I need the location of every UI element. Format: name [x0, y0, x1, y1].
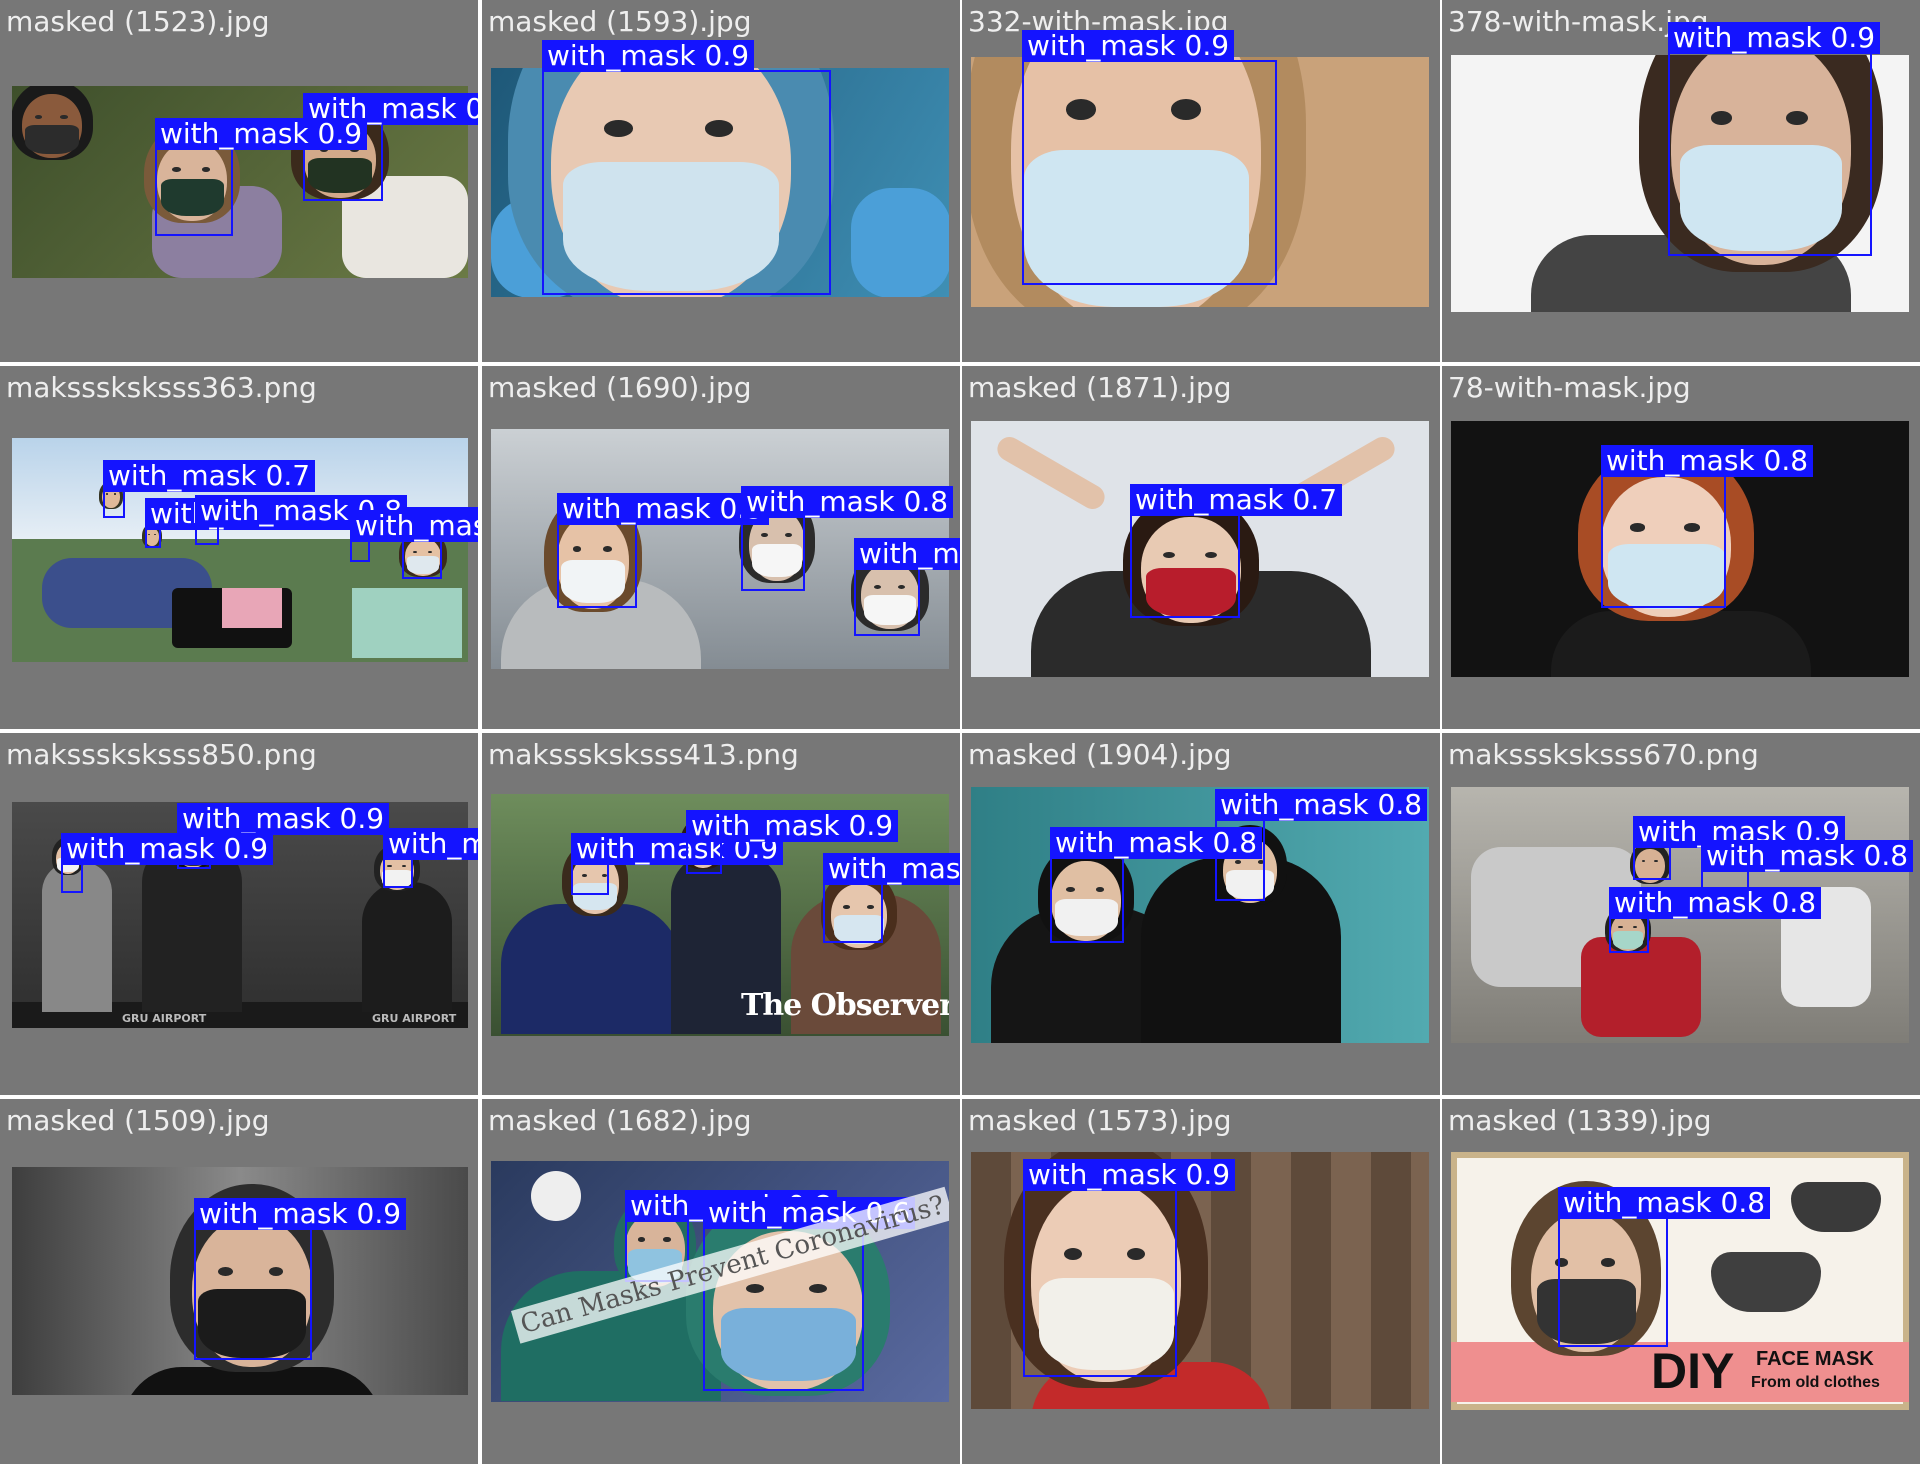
detection-box: with_mask 0.9: [571, 833, 784, 895]
detection-box: with_mask 0.9: [686, 810, 899, 874]
detection-box: with_mask 0.8: [402, 507, 478, 579]
result-tile: masked (1904).jpg with_mask 0.8 with_mask …: [962, 733, 1440, 1095]
detection-box: with_mask 0.9: [1633, 816, 1846, 880]
detection-label: with_mask 0.9: [542, 40, 755, 72]
result-tile: maksssksksss363.pngwith_mask 0.9with_mas…: [0, 366, 478, 729]
detection-label: with_mask 0.9: [557, 493, 770, 525]
detection-label: with_mask 0.9: [177, 803, 390, 835]
result-tile: masked (1573).jpg with_mask 0.9: [962, 1099, 1440, 1464]
photo-caption: From old clothes: [1751, 1374, 1880, 1391]
image-filename: masked (1904).jpg: [968, 738, 1232, 771]
result-tile: masked (1339).jpg DIY FACE MASK From old cl…: [1442, 1099, 1920, 1464]
photo-caption: DIY: [1651, 1343, 1735, 1399]
detection-box: with_mask 0.9: [1023, 1159, 1236, 1377]
detection-label: with_mask 0.9: [1022, 30, 1235, 62]
detection-box: with_mask 0.9: [350, 510, 478, 562]
image-filename: masked (1682).jpg: [488, 1104, 752, 1137]
detection-box: with_mask 0.8: [1601, 445, 1814, 608]
detection-label: with_mask 0.9: [383, 828, 478, 860]
detection-label: with_mask 0.9: [686, 810, 899, 842]
result-tile: 78-with-mask.jpg with_mask 0.8: [1442, 366, 1920, 729]
result-tile: masked (1593).jpg with_mask 0.9: [482, 0, 960, 362]
detection-box: with_mask 0.8: [195, 495, 408, 545]
image-filename: masked (1339).jpg: [1448, 1104, 1712, 1137]
photo-caption: The Observer: [741, 988, 949, 1023]
detection-box: with_mask 0.9: [557, 493, 770, 608]
result-tile: maksssksksss413.png The Observer with_mask…: [482, 733, 960, 1095]
detection-box: with_mask 0.8: [1558, 1187, 1771, 1347]
result-tile: maksssksksss850.png GRU AIRPORT GRU AIRPOR…: [0, 733, 478, 1095]
detection-box: with_mask 0.9: [155, 118, 368, 236]
detection-box: with_mask 0.9: [194, 1198, 407, 1360]
detection-label: with_mask 0.9: [1668, 22, 1881, 54]
detection-label: with_mask 0.7: [103, 460, 316, 492]
detection-label: with_mask 0.9: [350, 510, 478, 542]
detection-box: with_mask 0.9: [1022, 30, 1277, 285]
result-tile: masked (1871).jpg with_mask 0.7: [962, 366, 1440, 729]
photo-caption: GRU AIRPORT: [372, 1012, 457, 1025]
detection-box: with_mask 0.8: [854, 538, 960, 636]
detection-box: with_mask 0.9: [61, 833, 274, 893]
image-filename: masked (1573).jpg: [968, 1104, 1232, 1137]
detection-label: with_mask 0.8: [1601, 445, 1814, 477]
detection-label: with_mask 0.8: [854, 538, 960, 570]
image-filename: maksssksksss413.png: [488, 738, 799, 771]
result-tile: masked (1509).jpg with_mask 0.9: [0, 1099, 478, 1464]
detection-label: with_mask 0.8: [1215, 789, 1428, 821]
result-tile: 332-with-mask.jpg with_mask 0.9: [962, 0, 1440, 362]
detection-label: with_mask 0.8: [741, 486, 954, 518]
detection-label: with_mask 0.9: [155, 118, 368, 150]
detection-box: with_mask 0.9: [1668, 22, 1881, 256]
image-filename: 78-with-mask.jpg: [1448, 371, 1691, 404]
result-tile: masked (1682).jpg Can Masks Prevent Coron…: [482, 1099, 960, 1464]
image-filename: masked (1523).jpg: [6, 5, 270, 38]
detection-label: with_mask 0.8: [1609, 887, 1822, 919]
detection-label: with_mask 0.8: [1050, 827, 1263, 859]
detection-label: with_mask 0.9: [194, 1198, 407, 1230]
detection-label: with_mask 0.9: [1023, 1159, 1236, 1191]
result-tile: masked (1690).jpg with_mask 0.9 with_mask …: [482, 366, 960, 729]
image-filename: maksssksksss850.png: [6, 738, 317, 771]
result-tile: maksssksksss670.png with_mask 0.9 with_mas…: [1442, 733, 1920, 1095]
detection-box: with_mask 0.8: [145, 498, 358, 548]
image-filename: masked (1690).jpg: [488, 371, 752, 404]
detection-box: with_mask 0.9: [383, 828, 478, 888]
image-filename: masked (1871).jpg: [968, 371, 1232, 404]
detection-box: with_mask 0.8: [1609, 887, 1822, 953]
detection-box: with_mask 0.7: [1130, 484, 1343, 618]
result-tile: masked (1523).jpgwith_mask 0.8with_mask …: [0, 0, 478, 362]
detection-label: with_mask 0.8: [1701, 840, 1914, 872]
detection-box: with_mask 0.8: [823, 853, 960, 943]
detection-grid: masked (1523).jpgwith_mask 0.8with_mask …: [0, 0, 1920, 1464]
detection-box: with_mask 0.8: [1050, 827, 1263, 943]
detection-box: with_mask 0.9: [542, 40, 831, 295]
image-filename: masked (1593).jpg: [488, 5, 752, 38]
detection-label: with_mask 0.9: [61, 833, 274, 865]
detection-label: with_mask 0.8: [1558, 1187, 1771, 1219]
detection-box: with_mask 0.8: [741, 486, 954, 591]
detection-box: with_mask 0.7: [103, 460, 316, 518]
image-filename: maksssksksss670.png: [1448, 738, 1759, 771]
image-filename: masked (1509).jpg: [6, 1104, 270, 1137]
image-filename: maksssksksss363.png: [6, 371, 317, 404]
photo-caption: FACE MASK: [1756, 1348, 1874, 1370]
detection-label: with_mask 0.7: [1130, 484, 1343, 516]
photo-caption: GRU AIRPORT: [122, 1012, 207, 1025]
detection-label: with_mask 0.8: [823, 853, 960, 885]
result-tile: 378-with-mask.jpg with_mask 0.9: [1442, 0, 1920, 362]
